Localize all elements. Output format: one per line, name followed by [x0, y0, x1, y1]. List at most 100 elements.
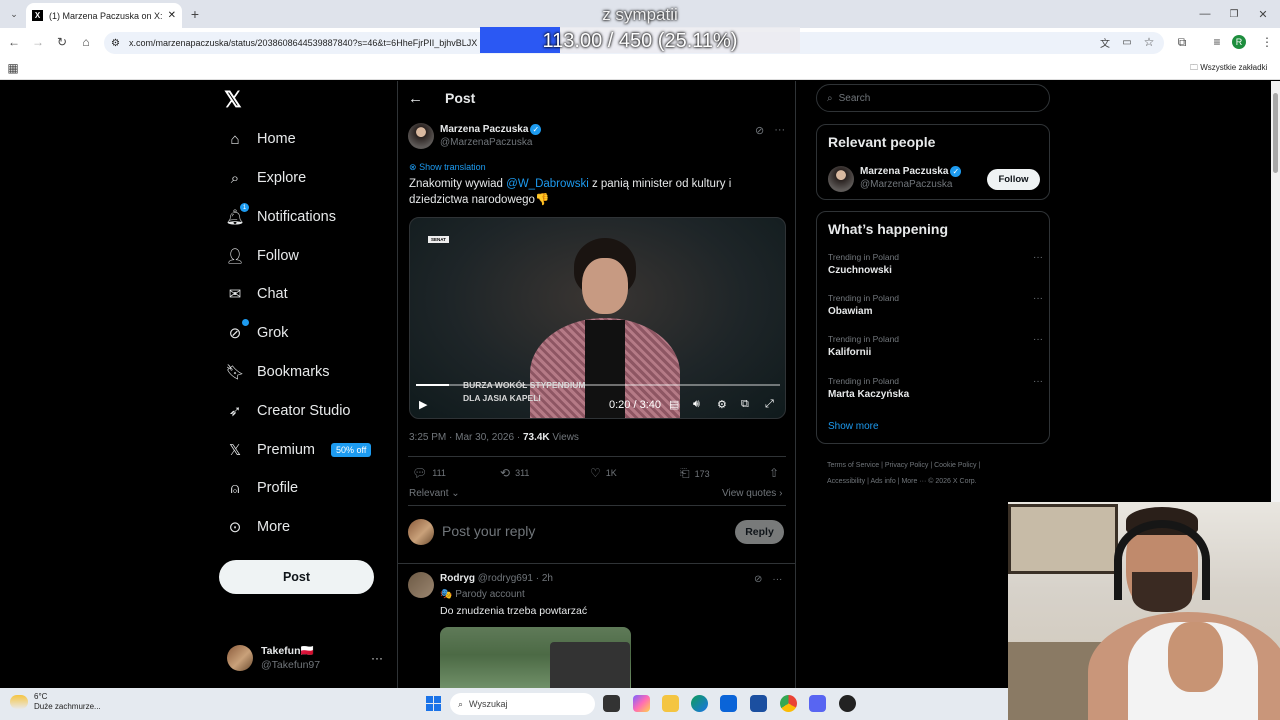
post-button[interactable]: Post [219, 560, 374, 594]
search-input[interactable]: ⌕ Search [816, 84, 1050, 112]
reply-avatar[interactable] [408, 572, 434, 598]
trend-item[interactable]: Trending in Poland Obawiam ··· [828, 293, 1043, 317]
chrome-icon[interactable] [780, 695, 797, 712]
footer-links[interactable]: Terms of Service | Privacy Policy | Cook… [827, 458, 1027, 490]
post-more-icon[interactable]: ··· [774, 124, 785, 137]
all-bookmarks-folder[interactable]: 🗀 Wszystkie zakładki [1190, 62, 1267, 76]
nav-item-grok[interactable]: ⊘ Grok [225, 319, 288, 345]
post-more-icon[interactable]: ··· [772, 574, 782, 585]
profile-avatar[interactable]: R [1232, 35, 1246, 49]
nav-item-chat[interactable]: ✉ Chat [225, 282, 288, 306]
footer-line[interactable]: Terms of Service | Privacy Policy | Cook… [827, 458, 1027, 474]
author-avatar[interactable] [408, 123, 434, 149]
nav-label: Chat [257, 286, 288, 302]
reply-input[interactable]: Post your reply [442, 523, 535, 539]
grok-explain-icon[interactable]: ⊘ [755, 124, 764, 137]
nav-item-profile[interactable]: ⍝ Profile [225, 476, 298, 500]
trend-more-icon[interactable]: ··· [1033, 376, 1043, 387]
nav-item-creator-studio[interactable]: ➶ Creator Studio [225, 399, 351, 423]
follow-button[interactable]: Follow [987, 169, 1040, 190]
discord-icon[interactable] [809, 695, 826, 712]
site-info-icon[interactable]: ⚙ [111, 38, 120, 49]
fullscreen-icon[interactable]: ⤢ [765, 398, 774, 411]
grok-explain-icon[interactable]: ⊘ [754, 574, 762, 585]
reload-icon[interactable]: ↻ [53, 33, 71, 51]
show-translation-link[interactable]: ⊗ Show translation [409, 162, 486, 173]
repost-action[interactable]: ⟲ 311 [500, 466, 529, 480]
x-logo-icon[interactable]: 𝕏 [224, 87, 242, 113]
mention-link[interactable]: @W_Dabrowski [506, 178, 589, 190]
reply-media-image[interactable] [440, 627, 631, 688]
star-bookmark-icon[interactable]: ☆ [1140, 33, 1158, 51]
volume-icon[interactable]: 🔊︎ [693, 398, 700, 411]
extensions-icon[interactable]: ⧉ [1173, 33, 1191, 51]
trend-more-icon[interactable]: ··· [1033, 293, 1043, 304]
view-quotes-link[interactable]: View quotes › [722, 488, 782, 499]
bookmark-action[interactable]: ⎗ 173 [680, 466, 710, 481]
restore-window-icon[interactable]: ❐ [1225, 5, 1243, 23]
windows-start-icon[interactable] [426, 696, 441, 711]
show-more-link[interactable]: Show more [828, 421, 879, 432]
settings-gear-icon[interactable]: ⚙ [717, 398, 727, 411]
tab-list-chevron-icon[interactable]: ⌄ [5, 5, 23, 23]
account-switcher[interactable]: Takefun🇵🇱 @Takefun97 [227, 644, 320, 672]
store-icon[interactable] [750, 695, 767, 712]
divider [398, 563, 796, 564]
apps-grid-icon[interactable]: ▦ [4, 59, 22, 77]
trend-item[interactable]: Trending in Poland Marta Kaczyńska ··· [828, 376, 1043, 400]
close-window-icon[interactable]: ✕ [1254, 5, 1272, 23]
nav-item-more[interactable]: ⊙ More [225, 515, 290, 539]
nav-item-home[interactable]: ⌂ Home [225, 127, 295, 151]
nav-item-explore[interactable]: ⌕ Explore [225, 166, 306, 190]
trend-more-icon[interactable]: ··· [1033, 334, 1043, 345]
address-bar[interactable]: ⚙ x.com/marzenapaczuska/status/203860864… [104, 32, 1164, 54]
nav-item-notifications[interactable]: 🔔︎ 1 Notifications [225, 203, 336, 229]
reply-sort-dropdown[interactable]: Relevant ⌄ [409, 488, 460, 499]
copilot-icon[interactable] [633, 695, 650, 712]
reply-action[interactable]: 💬︎ 111 [412, 466, 446, 480]
nav-item-follow[interactable]: 👤︎ Follow [225, 244, 298, 268]
file-explorer-icon[interactable] [662, 695, 679, 712]
back-arrow-icon[interactable]: ← [408, 90, 423, 107]
play-icon[interactable]: ▶ [419, 398, 427, 411]
back-nav-icon[interactable]: ← [5, 33, 23, 51]
outlook-icon[interactable] [720, 695, 737, 712]
reply-button[interactable]: Reply [735, 520, 784, 544]
trend-more-icon[interactable]: ··· [1033, 252, 1043, 263]
browser-menu-icon[interactable]: ⋮ [1258, 33, 1276, 51]
nav-item-premium[interactable]: 𝕏 Premium 50% off [225, 438, 372, 462]
browser-tab[interactable]: X (1) Marzena Paczuska on X: "Zn ✕ [26, 3, 182, 28]
video-player[interactable]: SENAT BURZA WOKÓŁ STYPENDIUM DLA JASIA K… [409, 217, 786, 419]
captions-icon[interactable]: ▤ [669, 398, 679, 411]
relevant-person[interactable]: Marzena Paczuska ✓ @MarzenaPaczuska [860, 165, 962, 191]
home-page-icon[interactable]: ⌂ [77, 33, 95, 51]
edge-icon[interactable] [691, 695, 708, 712]
share-action[interactable]: ⇧ [769, 466, 779, 480]
relevant-avatar[interactable] [828, 166, 854, 192]
trend-item[interactable]: Trending in Poland Czuchnowski ··· [828, 252, 1043, 276]
footer-line[interactable]: Accessibility | Ads info | More ··· © 20… [827, 474, 1027, 490]
like-action[interactable]: ♡ 1K [590, 466, 617, 480]
task-view-icon[interactable] [603, 695, 620, 712]
obs-icon[interactable] [839, 695, 856, 712]
reading-list-icon[interactable]: ≡ [1208, 33, 1226, 51]
nav-item-bookmarks[interactable]: 🔖︎ Bookmarks [225, 360, 329, 384]
bookmarks-bar: ▦ 🗀 Wszystkie zakładki [0, 56, 1280, 80]
pip-icon[interactable]: ⧉ [741, 398, 749, 411]
share-icon: ⇧ [769, 466, 780, 480]
author-name: Marzena Paczuska [440, 124, 529, 135]
scrollbar-thumb[interactable] [1273, 93, 1278, 173]
trend-item[interactable]: Trending in Poland Kalifornii ··· [828, 334, 1043, 358]
post-author[interactable]: Marzena Paczuska ✓ @MarzenaPaczuska [408, 123, 542, 149]
reply-handle-time: @rodryg691 · 2h [477, 573, 553, 584]
tab-close-icon[interactable]: ✕ [168, 10, 176, 21]
translate-icon[interactable]: 文 [1096, 33, 1114, 51]
minimize-window-icon[interactable]: — [1196, 5, 1214, 23]
new-tab-button[interactable]: + [186, 5, 204, 23]
repost-icon: ⟲ [500, 466, 511, 480]
cast-icon[interactable]: ▭ [1118, 33, 1136, 51]
account-more-icon[interactable]: ··· [371, 651, 383, 665]
taskbar-search[interactable]: ⌕ Wyszukaj [450, 693, 595, 715]
weather-widget[interactable]: 6°C Duże zachmurze... [10, 692, 101, 712]
forward-nav-icon[interactable]: → [29, 33, 47, 51]
